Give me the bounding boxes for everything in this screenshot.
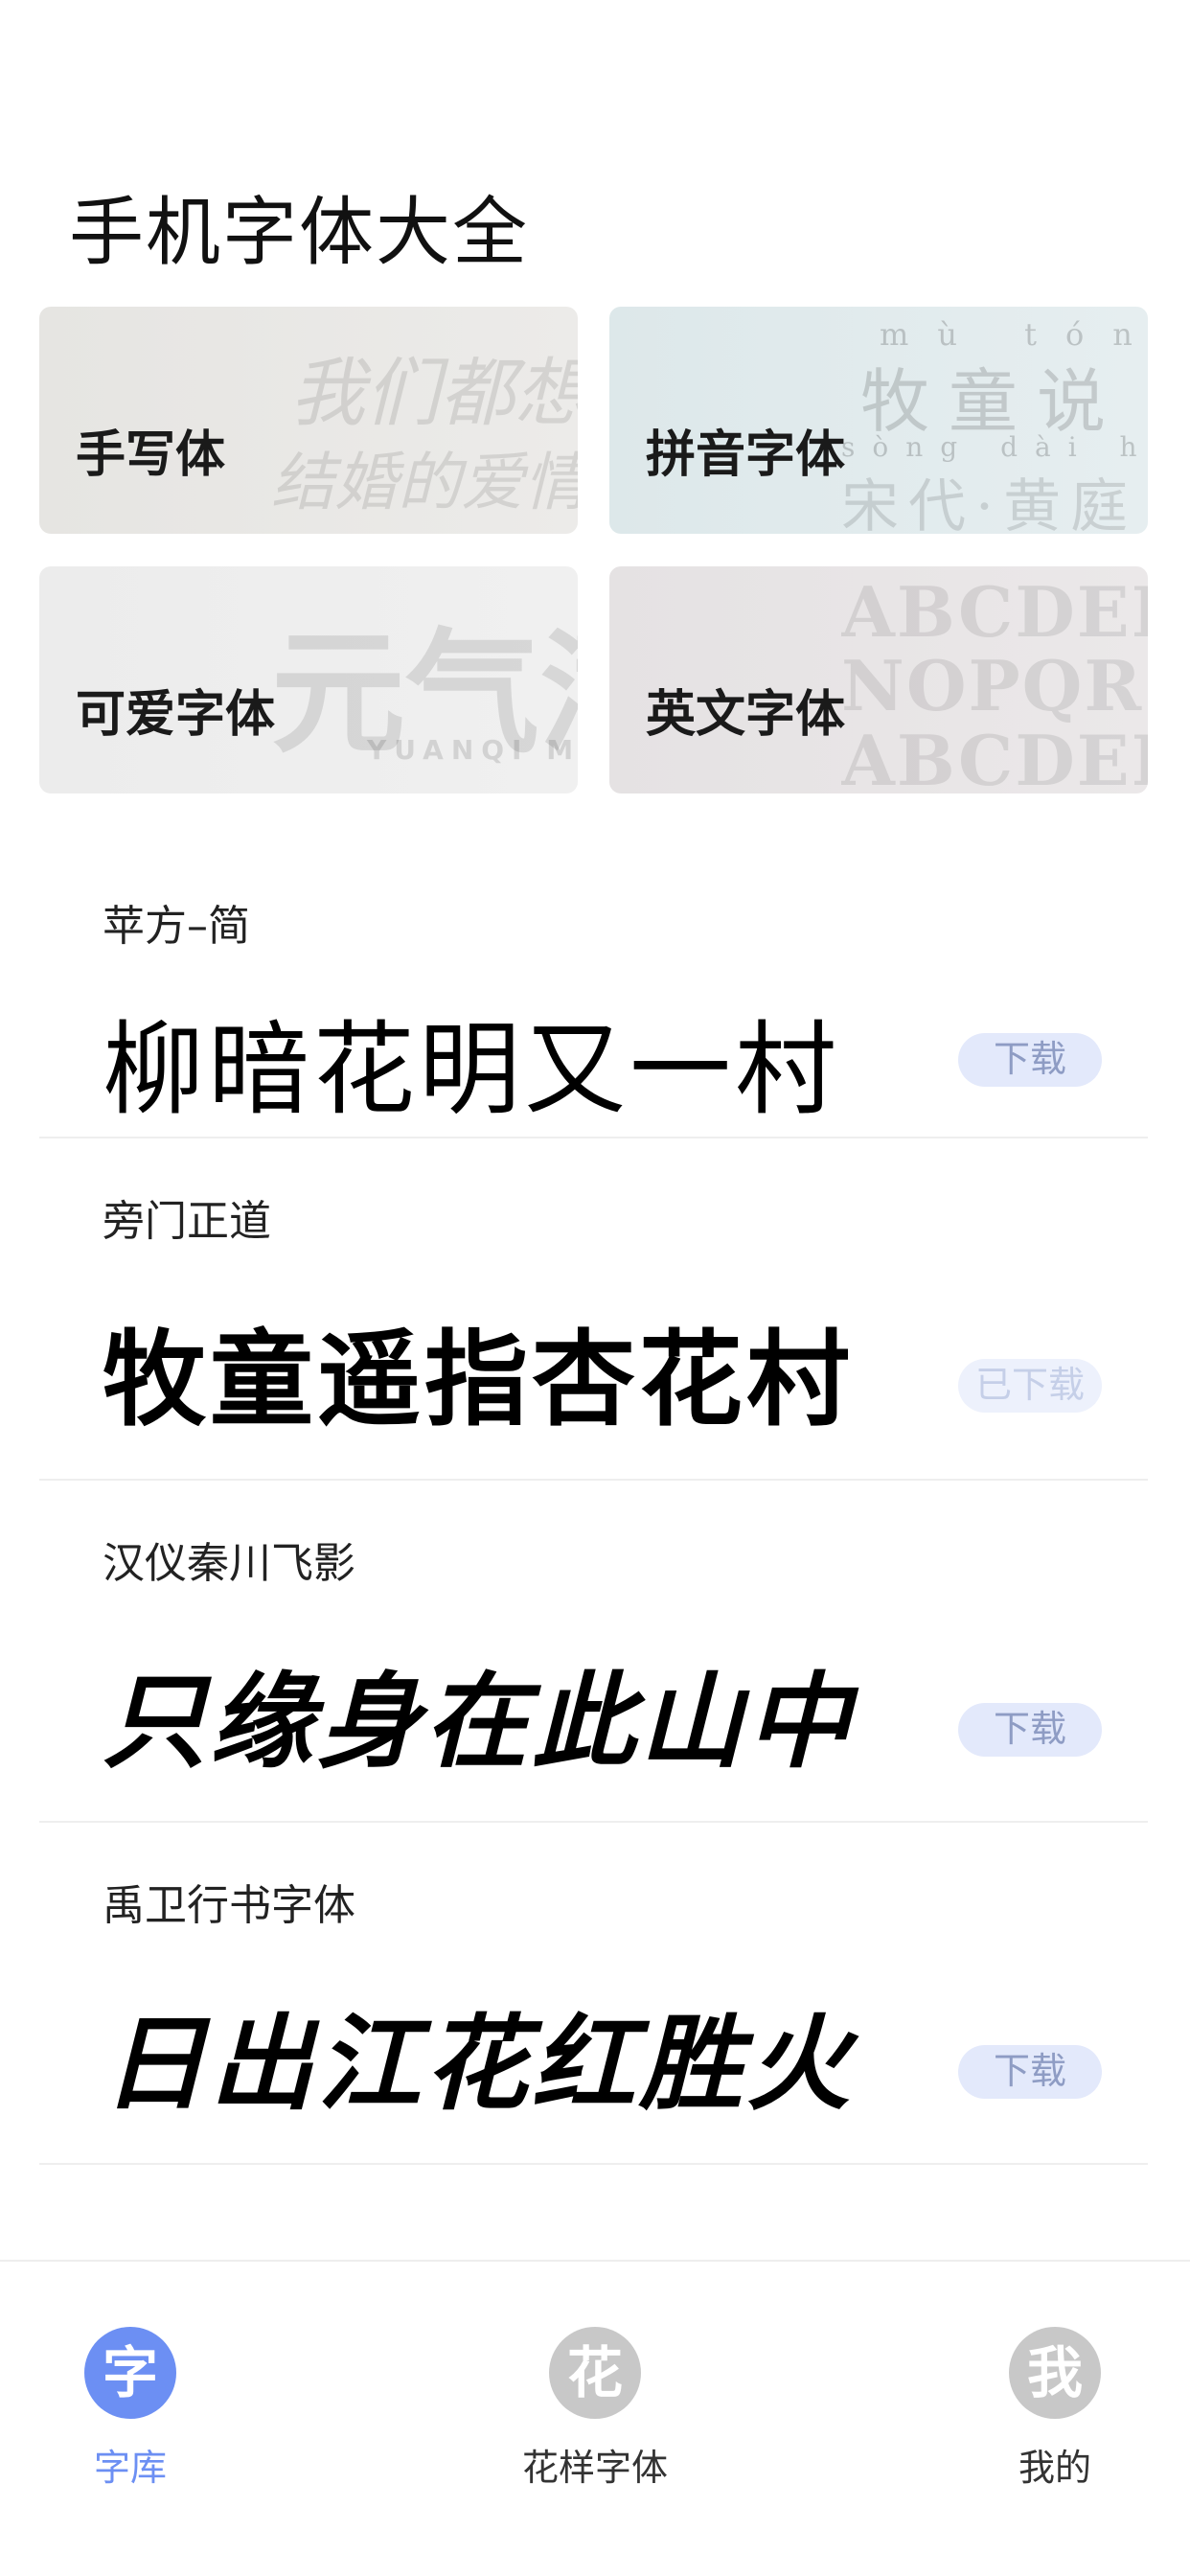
bottom-tab-bar: 字 字库 花 花样字体 我 我的 xyxy=(0,2260,1190,2576)
download-button[interactable]: 下载 xyxy=(958,1033,1102,1087)
font-list-item[interactable]: 苹方–简 柳暗花明又一村 下载 xyxy=(39,843,1148,1138)
category-card-english[interactable]: ABCDEFG NOPQRST ABCDEFG 英文字体 xyxy=(609,566,1148,794)
font-name: 禹卫行书字体 xyxy=(103,1881,355,1930)
fancy-fonts-icon: 花 xyxy=(549,2327,641,2419)
font-list: 苹方–简 柳暗花明又一村 下载 旁门正道 牧童遥指杏花村 已下载 汉仪秦川飞影 … xyxy=(39,843,1148,2165)
font-name: 旁门正道 xyxy=(103,1197,271,1246)
pinyin-preview-art: mù tóng sh 牧童说 sòng dài huáng tíng 宋代·黄庭 xyxy=(841,316,1148,534)
font-list-item[interactable]: 汉仪秦川飞影 只缘身在此山中 下载 xyxy=(39,1481,1148,1823)
font-sample-text: 只缘身在此山中 xyxy=(103,1662,855,1782)
font-list-item[interactable]: 禹卫行书字体 日出江花红胜火 下载 xyxy=(39,1823,1148,2165)
downloaded-button[interactable]: 已下载 xyxy=(958,1359,1102,1413)
cute-preview-art: 元气满 YUANQI MAN xyxy=(271,616,578,772)
category-label: 可爱字体 xyxy=(76,685,276,744)
category-grid: 我们都想要 结婚的爱情 手写体 mù tóng sh 牧童说 sòng dài … xyxy=(39,307,1148,794)
category-card-cute[interactable]: 元气满 YUANQI MAN 可爱字体 xyxy=(39,566,578,794)
font-library-icon: 字 xyxy=(84,2327,176,2419)
download-button[interactable]: 下载 xyxy=(958,1703,1102,1757)
category-label: 英文字体 xyxy=(646,685,846,744)
tab-profile[interactable]: 我 我的 xyxy=(940,2327,1170,2491)
tab-label: 花样字体 xyxy=(521,2447,668,2489)
tab-font-library[interactable]: 字 字库 xyxy=(15,2327,245,2491)
tab-label: 字库 xyxy=(93,2447,167,2489)
font-name: 汉仪秦川飞影 xyxy=(103,1539,355,1588)
category-card-pinyin[interactable]: mù tóng sh 牧童说 sòng dài huáng tíng 宋代·黄庭… xyxy=(609,307,1148,534)
font-list-item[interactable]: 旁门正道 牧童遥指杏花村 已下载 xyxy=(39,1138,1148,1481)
category-label: 手写体 xyxy=(76,426,226,484)
handwriting-preview-art: 我们都想要 结婚的爱情 xyxy=(271,351,578,519)
tab-fancy-fonts[interactable]: 花 花样字体 xyxy=(480,2327,710,2491)
tab-label: 我的 xyxy=(1018,2447,1091,2489)
download-button[interactable]: 下载 xyxy=(958,2045,1102,2099)
english-preview-art: ABCDEFG NOPQRST ABCDEFG xyxy=(841,571,1148,794)
category-card-handwriting[interactable]: 我们都想要 结婚的爱情 手写体 xyxy=(39,307,578,534)
font-name: 苹方–简 xyxy=(103,902,250,951)
font-sample-text: 柳暗花明又一村 xyxy=(103,1011,840,1129)
font-sample-text: 日出江花红胜火 xyxy=(103,2004,855,2125)
category-label: 拼音字体 xyxy=(646,426,846,484)
page-title: 手机字体大全 xyxy=(69,190,530,276)
profile-icon: 我 xyxy=(1009,2327,1101,2419)
font-sample-text: 牧童遥指杏花村 xyxy=(103,1320,855,1440)
